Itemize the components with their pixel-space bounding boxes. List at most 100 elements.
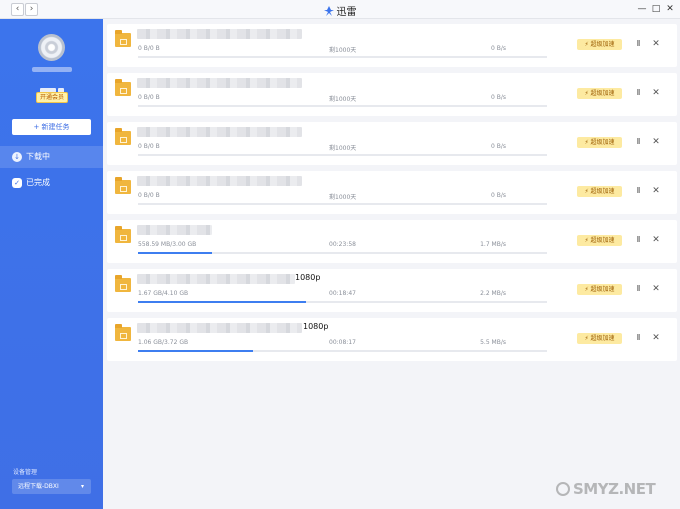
folder-icon: [115, 226, 131, 243]
task-row[interactable]: 0 B/0 B 剩1000天 0 B/s ⚡ 超级加速 II ✕: [107, 24, 677, 67]
task-size: 0 B/0 B: [138, 94, 160, 101]
task-size: 1.06 GB/3.72 GB: [138, 339, 189, 346]
task-size: 1.67 GB/4.10 GB: [138, 290, 189, 297]
task-name-blurred: [137, 29, 302, 39]
progress-bar: [138, 56, 547, 58]
progress-bar-fill: [138, 350, 253, 352]
delete-task-button[interactable]: ✕: [650, 234, 662, 246]
delete-task-button[interactable]: ✕: [650, 38, 662, 50]
task-time: 剩1000天: [329, 47, 357, 54]
super-boost-button[interactable]: ⚡ 超级加速: [577, 235, 622, 246]
window-title-text: 迅雷: [336, 7, 357, 18]
delete-task-button[interactable]: ✕: [650, 87, 662, 99]
sidebar-item-completed[interactable]: ✓ 已完成: [0, 172, 103, 194]
task-size: 0 B/0 B: [138, 192, 160, 199]
super-boost-button[interactable]: ⚡ 超级加速: [577, 88, 622, 99]
progress-bar-fill: [138, 252, 212, 254]
sidebar-item-label: 已完成: [26, 178, 50, 187]
task-speed: 1.7 MB/s: [480, 241, 506, 248]
user-badges: [40, 79, 64, 94]
maximize-button[interactable]: □: [650, 3, 662, 15]
progress-bar: [138, 350, 547, 352]
delete-task-button[interactable]: ✕: [650, 332, 662, 344]
sidebar: 开通会员 + 新建任务 ↓ 下载中 ✓ 已完成 设备管理 远程下载-DBXI ▾: [0, 19, 103, 509]
task-row[interactable]: 1080p 1.67 GB/4.10 GB 00:18:47 2.2 MB/s …: [107, 269, 677, 312]
folder-icon: [115, 30, 131, 47]
task-row[interactable]: 0 B/0 B 剩1000天 0 B/s ⚡ 超级加速 II ✕: [107, 73, 677, 116]
task-row[interactable]: 558.59 MB/3.00 GB 00:23:58 1.7 MB/s ⚡ 超级…: [107, 220, 677, 263]
progress-bar-fill: [138, 301, 306, 303]
task-name-blurred: [137, 176, 302, 186]
task-speed: 0 B/s: [491, 45, 506, 52]
super-boost-button[interactable]: ⚡ 超级加速: [577, 284, 622, 295]
task-speed: 2.2 MB/s: [480, 290, 506, 297]
task-time: 剩1000天: [329, 96, 357, 103]
task-speed: 0 B/s: [491, 94, 506, 101]
delete-task-button[interactable]: ✕: [650, 283, 662, 295]
task-time: 00:08:17: [329, 339, 356, 346]
minimize-button[interactable]: —: [636, 3, 648, 15]
check-shield-icon: ✓: [12, 178, 22, 188]
task-size: 0 B/0 B: [138, 45, 160, 52]
folder-icon: [115, 324, 131, 341]
new-task-button[interactable]: + 新建任务: [12, 119, 91, 135]
task-size: 558.59 MB/3.00 GB: [138, 241, 197, 248]
task-time: 00:23:58: [329, 241, 356, 248]
username-blurred: [32, 67, 72, 72]
window-close-button[interactable]: ✕: [664, 3, 676, 15]
task-name-suffix: 1080p: [295, 273, 321, 282]
sidebar-item-label: 下载中: [26, 152, 50, 161]
progress-bar: [138, 154, 547, 156]
pause-button[interactable]: II: [633, 332, 643, 344]
device-management-label: 设备管理: [13, 469, 38, 476]
task-name-blurred: [137, 225, 212, 235]
folder-icon: [115, 275, 131, 292]
super-boost-button[interactable]: ⚡ 超级加速: [577, 186, 622, 197]
pause-button[interactable]: II: [633, 283, 643, 295]
task-row[interactable]: 0 B/0 B 剩1000天 0 B/s ⚡ 超级加速 II ✕: [107, 171, 677, 214]
task-speed: 5.5 MB/s: [480, 339, 506, 346]
folder-icon: [115, 177, 131, 194]
task-speed: 0 B/s: [491, 192, 506, 199]
task-name-blurred: [137, 78, 302, 88]
pause-button[interactable]: II: [633, 234, 643, 246]
task-time: 剩1000天: [329, 194, 357, 201]
pause-button[interactable]: II: [633, 185, 643, 197]
title-bar: ‹ › 迅雷 — □ ✕: [0, 0, 680, 19]
progress-bar: [138, 203, 547, 205]
watermark-logo-icon: [556, 482, 570, 496]
task-name-blurred: [137, 127, 302, 137]
task-row[interactable]: 0 B/0 B 剩1000天 0 B/s ⚡ 超级加速 II ✕: [107, 122, 677, 165]
avatar[interactable]: [38, 34, 65, 61]
pause-button[interactable]: II: [633, 38, 643, 50]
delete-task-button[interactable]: ✕: [650, 136, 662, 148]
task-speed: 0 B/s: [491, 143, 506, 150]
chevron-down-icon: ▾: [80, 483, 84, 490]
task-name-blurred: [137, 323, 302, 333]
watermark-text: SMYZ.NET: [573, 480, 656, 498]
task-row[interactable]: 1080p 1.06 GB/3.72 GB 00:08:17 5.5 MB/s …: [107, 318, 677, 361]
task-time: 剩1000天: [329, 145, 357, 152]
folder-icon: [115, 79, 131, 96]
super-boost-button[interactable]: ⚡ 超级加速: [577, 137, 622, 148]
task-name-suffix: 1080p: [303, 322, 329, 331]
open-vip-button[interactable]: 开通会员: [36, 92, 68, 103]
progress-bar: [138, 105, 547, 107]
task-size: 0 B/0 B: [138, 143, 160, 150]
super-boost-button[interactable]: ⚡ 超级加速: [577, 333, 622, 344]
pause-button[interactable]: II: [633, 87, 643, 99]
delete-task-button[interactable]: ✕: [650, 185, 662, 197]
progress-bar: [138, 252, 547, 254]
super-boost-button[interactable]: ⚡ 超级加速: [577, 39, 622, 50]
sidebar-item-downloading[interactable]: ↓ 下载中: [0, 146, 103, 168]
task-name-blurred: [137, 274, 295, 284]
device-select[interactable]: 远程下载-DBXI ▾: [12, 479, 91, 494]
folder-icon: [115, 128, 131, 145]
window-title: 迅雷: [0, 3, 680, 18]
pause-button[interactable]: II: [633, 136, 643, 148]
device-select-value: 远程下载-DBXI: [18, 483, 59, 490]
task-time: 00:18:47: [329, 290, 356, 297]
progress-bar: [138, 301, 547, 303]
download-icon: ↓: [12, 152, 22, 162]
watermark: SMYZ.NET: [556, 480, 656, 498]
